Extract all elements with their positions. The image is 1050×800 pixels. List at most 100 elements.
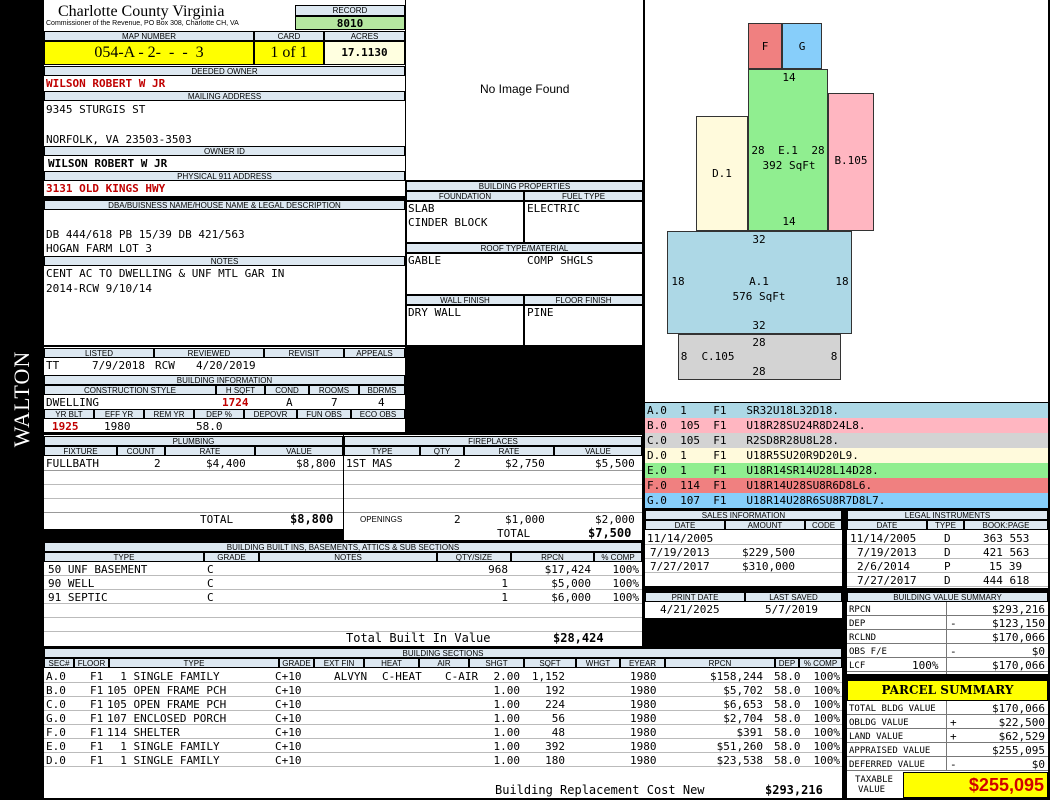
revisit-label: REVISIT [264, 348, 344, 358]
sketch-dim: 32 [752, 319, 766, 332]
section-shgt: 1.00 [493, 712, 521, 725]
owner-id-label: OWNER ID [44, 146, 405, 156]
legal-book: 421 563 [983, 546, 1030, 559]
bvs-lcf-label: LCF [849, 661, 866, 671]
plumbing-count: 2 [154, 457, 161, 470]
section-eyear: 1980 [630, 670, 657, 683]
sale-date: 11/14/2005 [647, 532, 714, 545]
section-rpcn: $23,538 [716, 754, 763, 767]
builtin-rpcn: $17,424 [544, 563, 591, 576]
legal-date: 7/27/2017 [857, 574, 917, 587]
builtins-h-qty: QTY/SIZE [437, 552, 511, 562]
section-grade: C+10 [275, 726, 302, 739]
section-type: 114 SHELTER [107, 726, 180, 739]
section-floor: F1 [90, 684, 104, 697]
bvs-dep: $123,150 [992, 617, 1045, 630]
section-sqft: 48 [551, 726, 565, 739]
builtin-grade: C [207, 591, 214, 604]
print-date-label: PRINT DATE [645, 592, 745, 602]
legal-type: D [944, 574, 951, 587]
taxable-label-1: TAXABLE [855, 775, 893, 785]
builtins-h-comp: % COMP [594, 552, 642, 562]
deeded-owner-label: DEEDED OWNER [44, 66, 405, 76]
parcel-obldg: $22,500 [998, 716, 1045, 729]
sketch-dim: 8 [830, 350, 838, 363]
bvs-title: BUILDING VALUE SUMMARY [847, 592, 1048, 602]
sections-col-header: FLOOR [74, 658, 109, 668]
bvs-lcf-pct: 100% [912, 659, 939, 672]
construction-style: DWELLING [46, 396, 99, 409]
legal-h-book: BOOK:PAGE [964, 520, 1048, 530]
legal-type: D [944, 532, 951, 545]
plumbing-rate: $4,400 [206, 457, 246, 470]
section-comp: 100% [813, 712, 841, 725]
section-rpcn: $158,244 [710, 670, 763, 683]
sales-h-amount: AMOUNT [725, 520, 805, 530]
sale-amount: $310,000 [742, 560, 795, 573]
reviewed-label: REVIEWED [154, 348, 264, 358]
builtin-rpcn: $6,000 [551, 591, 591, 604]
section-comp: 100% [813, 740, 841, 753]
fireplace-total-label: TOTAL [497, 527, 531, 540]
sketch-dim: 18 [835, 275, 849, 288]
parcel-tbv: $170,066 [992, 702, 1045, 715]
physical-address: 3131 OLD KINGS HWY [46, 182, 166, 195]
ecoobs-label: ECO OBS [351, 409, 405, 419]
section-floor: F1 [90, 698, 104, 711]
section-shgt: 1.00 [493, 726, 521, 739]
sections-col-header: WHGT [576, 658, 620, 668]
section-heat: C-HEAT [382, 670, 422, 683]
section-floor: F1 [90, 754, 104, 767]
sales-h-date: DATE [645, 520, 725, 530]
section-sec: G.0 [46, 712, 66, 725]
parcel-appr: $255,095 [992, 744, 1045, 757]
roof-label: ROOF TYPE/MATERIAL [406, 243, 643, 253]
sections-col-header: RPCN [665, 658, 775, 668]
section-sec: C.0 [46, 698, 66, 711]
brcn-value: $293,216 [765, 783, 823, 797]
sections-col-header: EXT FIN [314, 658, 364, 668]
builtin-grade: C [207, 577, 214, 590]
section-sec: E.0 [46, 740, 66, 753]
bvs-obs-label: OBS F/E [849, 647, 887, 657]
builtin-type: 90 WELL [48, 577, 95, 590]
sale-amount: $229,500 [742, 546, 795, 559]
remyr-label: REM YR [144, 409, 194, 419]
openings-rate: $1,000 [505, 513, 545, 526]
fuel-type: ELECTRIC [527, 202, 580, 215]
builtin-comp: 100% [612, 591, 640, 604]
builtin-grade: C [207, 563, 214, 576]
section-floor: F1 [90, 670, 104, 683]
foundation-2: CINDER BLOCK [408, 216, 488, 229]
parcel-land: $62,529 [998, 730, 1045, 743]
appeals-label: APPEALS [344, 348, 405, 358]
legal-type: D [944, 546, 951, 559]
sketch-label-c105: C.105 [701, 350, 735, 363]
listed-date: 7/9/2018 [92, 359, 145, 372]
print-date: 4/21/2025 [660, 603, 720, 616]
section-sec: A.0 [46, 670, 66, 683]
deeded-owner: WILSON ROBERT W JR [46, 77, 166, 90]
acres-value: 17.1130 [324, 41, 405, 65]
sketch-label-d1: D.1 [712, 167, 732, 180]
side-label: WALTON [0, 340, 44, 460]
section-rpcn: $6,653 [723, 698, 763, 711]
section-floor: F1 [90, 740, 104, 753]
builtins-h-grade: GRADE [204, 552, 259, 562]
depovr-label: DEPOVR [244, 409, 297, 419]
openings-qty: 2 [454, 513, 461, 526]
section-sec: B.0 [46, 684, 66, 697]
sketch-dim: 14 [782, 71, 796, 84]
reviewer-initials: RCW [155, 359, 175, 372]
section-dep: 58.0 [774, 740, 801, 753]
funobs-label: FUN OBS [297, 409, 351, 419]
bdrms: 4 [378, 396, 385, 409]
floor-finish: PINE [527, 306, 554, 319]
section-floor: F1 [90, 726, 104, 739]
last-saved-label: LAST SAVED [745, 592, 842, 602]
builtin-comp: 100% [612, 577, 640, 590]
plumbing-grid [44, 470, 343, 513]
openings-value: $2,000 [595, 513, 635, 526]
plumbing-h-value: VALUE [255, 446, 343, 456]
builtins-h-type: TYPE [44, 552, 204, 562]
